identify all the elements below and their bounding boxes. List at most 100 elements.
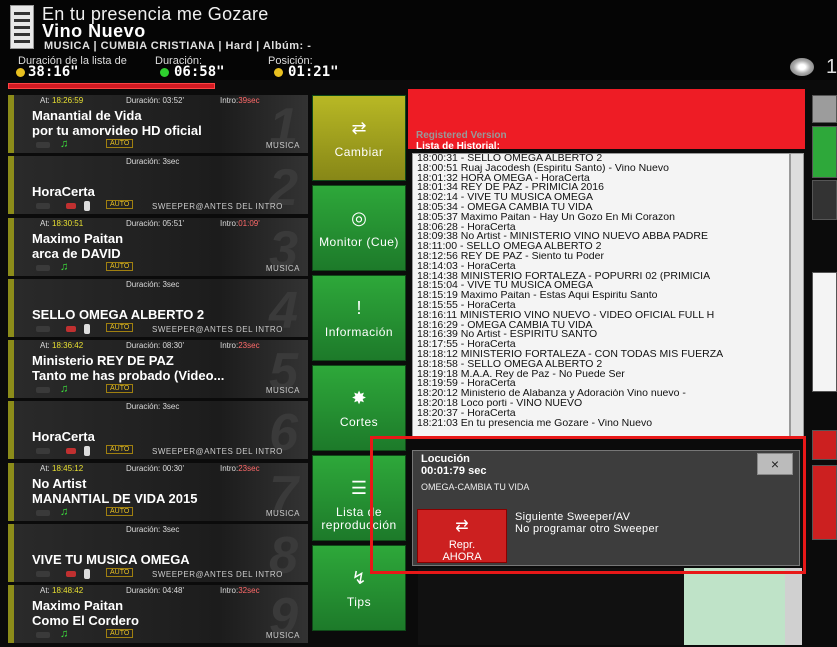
- queue-item[interactable]: 4 Duración: 3sec SELLO OMEGA ALBERTO 2 AUT…: [8, 278, 308, 340]
- queue-item-at: At: 18:36:42: [40, 341, 84, 351]
- queue-item-duration: Duración: 08:30': [126, 341, 185, 351]
- right-edge-button[interactable]: [812, 126, 837, 178]
- toggle-icon[interactable]: [36, 571, 50, 578]
- toggle-icon[interactable]: [36, 509, 50, 516]
- right-edge-button[interactable]: [812, 180, 837, 220]
- queue-item[interactable]: 5 At: 18:36:42 Duración: 08:30' Intro:23sec…: [8, 340, 308, 401]
- history-line[interactable]: 18:20:18 Loco porti - VINO NUEVO: [413, 399, 789, 409]
- history-line[interactable]: 18:06:28 - HoraCerta: [413, 223, 789, 233]
- now-playing-header: En tu presencia me Gozare Vino Nuevo MUS…: [0, 0, 837, 80]
- history-line[interactable]: 18:17:55 - HoraCerta: [413, 340, 789, 350]
- action-button[interactable]: ◎ Monitor (Cue): [312, 185, 406, 271]
- history-line[interactable]: 18:18:12 MINISTERIO FORTALEZA - CON TODA…: [413, 350, 789, 360]
- auto-badge[interactable]: AUTO: [106, 445, 134, 455]
- queue-item-duration: Duración: 05:51': [126, 218, 185, 228]
- history-line[interactable]: 18:19:59 - HoraCerta: [413, 379, 789, 389]
- queue-item[interactable]: 3 At: 18:30:51 Duración: 05:51' Intro:01:09…: [8, 217, 308, 279]
- history-line[interactable]: 18:16:29 - OMEGA CAMBIA TU VIDA: [413, 321, 789, 331]
- flag-icon: [66, 325, 76, 332]
- now-playing-meta: MUSICA | CUMBIA CRISTIANA | Hard | Albúm…: [44, 40, 312, 52]
- history-line[interactable]: 18:12:56 REY DE PAZ - Siento tu Poder: [413, 252, 789, 262]
- history-line[interactable]: 18:19:18 M.A.A. Rey de Paz - No Puede Se…: [413, 370, 789, 380]
- queue-item[interactable]: 8 Duración: 3sec VIVE TU MUSICA OMEGA AUTO…: [8, 524, 308, 585]
- history-line[interactable]: 18:11:00 - SELLO OMEGA ALBERTO 2: [413, 242, 789, 252]
- toggle-icon[interactable]: [36, 387, 50, 394]
- history-line[interactable]: 18:02:14 - VIVE TU MUSICA OMEGA: [413, 193, 789, 203]
- history-line[interactable]: 18:21:03 En tu presencia me Gozare - Vin…: [413, 419, 789, 429]
- history-line[interactable]: 18:14:03 - HoraCerta: [413, 262, 789, 272]
- queue-item[interactable]: 2 Duración: 3sec HoraCerta AUTO SWEEPER@ANT…: [8, 156, 308, 217]
- microphone-icon: [84, 201, 90, 212]
- history-line[interactable]: 18:00:51 Ruaj Jacodesh (Espiritu Santo) …: [413, 164, 789, 174]
- queue-item-line2: por tu amorvideo HD oficial: [32, 123, 202, 138]
- queue-item-line1: Maximo Paitan: [32, 598, 124, 614]
- right-edge-panel: [812, 272, 837, 392]
- auto-badge[interactable]: AUTO: [106, 200, 134, 210]
- timer-dot-icon: [160, 68, 169, 77]
- queue-item-category: MUSICA: [265, 508, 300, 518]
- queue-item-duration: Duración: 3sec: [126, 525, 180, 535]
- queue-item-intro: Intro:23sec: [220, 463, 260, 473]
- waveform-scrollbar[interactable]: [785, 568, 802, 645]
- disc-icon[interactable]: [790, 58, 814, 76]
- timer-dot-icon: [274, 68, 283, 77]
- queue-item[interactable]: 6 Duración: 3sec HoraCerta AUTO SWEEPER@ANT…: [8, 401, 308, 462]
- right-edge-button[interactable]: [812, 430, 837, 460]
- queue-item[interactable]: 1 At: 18:26:59 Duración: 03:52' Intro:39sec…: [8, 95, 308, 156]
- queue-item-duration: Duración: 3sec: [126, 157, 180, 167]
- queue-item[interactable]: 9 At: 18:48:42 Duración: 04:48' Intro:32sec…: [8, 585, 308, 646]
- history-line[interactable]: 18:16:11 MINISTERIO VINO NUEVO - VIDEO O…: [413, 311, 789, 321]
- queue-item-line2: SELLO OMEGA ALBERTO 2: [32, 306, 205, 322]
- auto-badge[interactable]: AUTO: [106, 322, 134, 332]
- history-line[interactable]: 18:20:37 - HoraCerta: [413, 409, 789, 419]
- right-edge-button[interactable]: [812, 95, 837, 123]
- auto-badge[interactable]: AUTO: [106, 629, 134, 639]
- action-button[interactable]: ! Información: [312, 275, 406, 361]
- history-line[interactable]: 18:15:55 - HoraCerta: [413, 301, 789, 311]
- history-line[interactable]: 18:05:37 Maximo Paitan - Hay Un Gozo En …: [413, 213, 789, 223]
- history-line[interactable]: 18:15:19 Maximo Paitan - Estas Aqui Espi…: [413, 291, 789, 301]
- auto-badge[interactable]: AUTO: [106, 568, 134, 578]
- toggle-icon[interactable]: [36, 203, 50, 210]
- queue-item-category: MUSICA: [265, 631, 300, 641]
- queue-item-category: MUSICA: [265, 141, 300, 150]
- history-line[interactable]: 18:16:39 No Artist - ESPIRITU SANTO: [413, 330, 789, 340]
- microphone-icon: [84, 323, 90, 334]
- action-button-label: Información: [324, 325, 394, 339]
- history-line[interactable]: 18:14:38 MINISTERIO FORTALEZA - POPURRI …: [413, 272, 789, 282]
- action-button-label: Cambiar: [334, 145, 384, 159]
- action-button-icon: ✸: [351, 388, 367, 408]
- music-note-icon: ♫: [60, 260, 69, 273]
- history-line[interactable]: 18:05:34 - OMEGA CAMBIA TU VIDA: [413, 203, 789, 213]
- queue-item[interactable]: 7 At: 18:45:12 Duración: 00:30' Intro:23sec…: [8, 462, 308, 524]
- action-button[interactable]: ⇄ Cambiar: [312, 95, 406, 181]
- history-line[interactable]: 18:09:38 No Artist - MINISTERIO VINO NUE…: [413, 232, 789, 242]
- history-line[interactable]: 18:18:58 - SELLO OMEGA ALBERTO 2: [413, 360, 789, 370]
- history-scrollbar[interactable]: [790, 153, 804, 439]
- auto-badge[interactable]: AUTO: [106, 139, 134, 148]
- toggle-icon[interactable]: [36, 632, 50, 639]
- action-button-label: Cortes: [339, 415, 379, 429]
- music-note-icon: ♫: [60, 505, 69, 518]
- queue-item-category: MUSICA: [265, 386, 300, 396]
- playback-progress-bar[interactable]: [8, 83, 215, 89]
- history-line[interactable]: 18:00:31 - SELLO OMEGA ALBERTO 2: [413, 154, 789, 164]
- toggle-icon[interactable]: [36, 325, 50, 332]
- toggle-icon[interactable]: [36, 142, 50, 148]
- queue-item-at: At: 18:30:51: [40, 218, 84, 228]
- auto-badge[interactable]: AUTO: [106, 506, 134, 516]
- toggle-icon[interactable]: [36, 448, 50, 455]
- history-line[interactable]: 18:01:32 HORA OMEGA - HoraCerta: [413, 174, 789, 184]
- action-button-icon: !: [356, 298, 362, 318]
- history-line[interactable]: 18:01:34 REY DE PAZ - PRIMICIA 2016: [413, 183, 789, 193]
- right-edge-button[interactable]: [812, 465, 837, 540]
- queue-item-line1: Manantial de Vida: [32, 108, 142, 123]
- auto-badge[interactable]: AUTO: [106, 261, 134, 271]
- flag-icon: [66, 448, 76, 455]
- history-line[interactable]: 18:15:04 - VIVE TU MUSICA OMEGA: [413, 281, 789, 291]
- highlight-annotation-box: [370, 436, 806, 574]
- history-line[interactable]: 18:20:12 Ministerio de Alabanza y Adorac…: [413, 389, 789, 399]
- toggle-icon[interactable]: [36, 264, 50, 271]
- auto-badge[interactable]: AUTO: [106, 384, 134, 394]
- history-list[interactable]: 18:00:31 - SELLO OMEGA ALBERTO 2 18:00:51…: [412, 153, 790, 439]
